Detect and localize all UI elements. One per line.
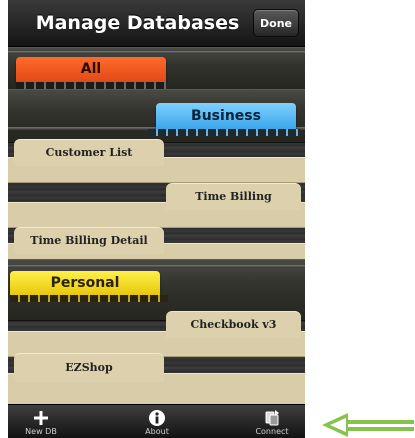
- info-icon: [149, 410, 165, 426]
- navigation-bar: Manage Databases Done: [8, 0, 305, 47]
- connect-button[interactable]: Connect: [242, 405, 302, 438]
- page-title: Manage Databases: [35, 12, 240, 34]
- database-label: Time Billing: [195, 190, 272, 203]
- group-tab-personal[interactable]: Personal: [10, 271, 160, 295]
- database-label: Time Billing Detail: [30, 234, 148, 247]
- database-label: Customer List: [45, 146, 133, 159]
- tab-base: [148, 129, 300, 136]
- database-item-checkbook[interactable]: Checkbook v3: [166, 311, 301, 338]
- database-item-customer-list[interactable]: Customer List: [14, 139, 164, 166]
- about-button[interactable]: About: [128, 405, 186, 438]
- connect-label: Connect: [255, 427, 289, 436]
- new-db-label: New DB: [25, 427, 57, 436]
- group-label: Personal: [50, 275, 120, 291]
- database-label: EZShop: [65, 361, 113, 374]
- database-item-ezshop[interactable]: EZShop: [14, 353, 164, 382]
- group-tab-all[interactable]: All: [16, 57, 166, 82]
- tab-base: [10, 295, 168, 302]
- plus-icon: [34, 411, 48, 425]
- database-label: Checkbook v3: [190, 318, 277, 331]
- new-db-button[interactable]: New DB: [12, 405, 70, 438]
- cabinet-rail: [8, 51, 305, 54]
- tab-base: [16, 82, 166, 89]
- group-label: Business: [191, 108, 261, 124]
- group-label: All: [80, 61, 102, 77]
- about-label: About: [145, 427, 169, 436]
- database-cabinet[interactable]: All Business Customer List Time Billing …: [8, 47, 305, 404]
- database-item-time-billing-detail[interactable]: Time Billing Detail: [14, 227, 164, 254]
- sync-connect-icon: [265, 410, 279, 426]
- bottom-toolbar: New DB About Connect: [8, 404, 305, 438]
- done-button[interactable]: Done: [253, 9, 299, 37]
- left-arrow-icon: [322, 413, 414, 437]
- app-screen: Manage Databases Done All Business Custo…: [8, 0, 305, 438]
- group-tab-business[interactable]: Business: [156, 103, 296, 129]
- cabinet-rail: [8, 265, 305, 268]
- database-item-time-billing[interactable]: Time Billing: [166, 183, 301, 210]
